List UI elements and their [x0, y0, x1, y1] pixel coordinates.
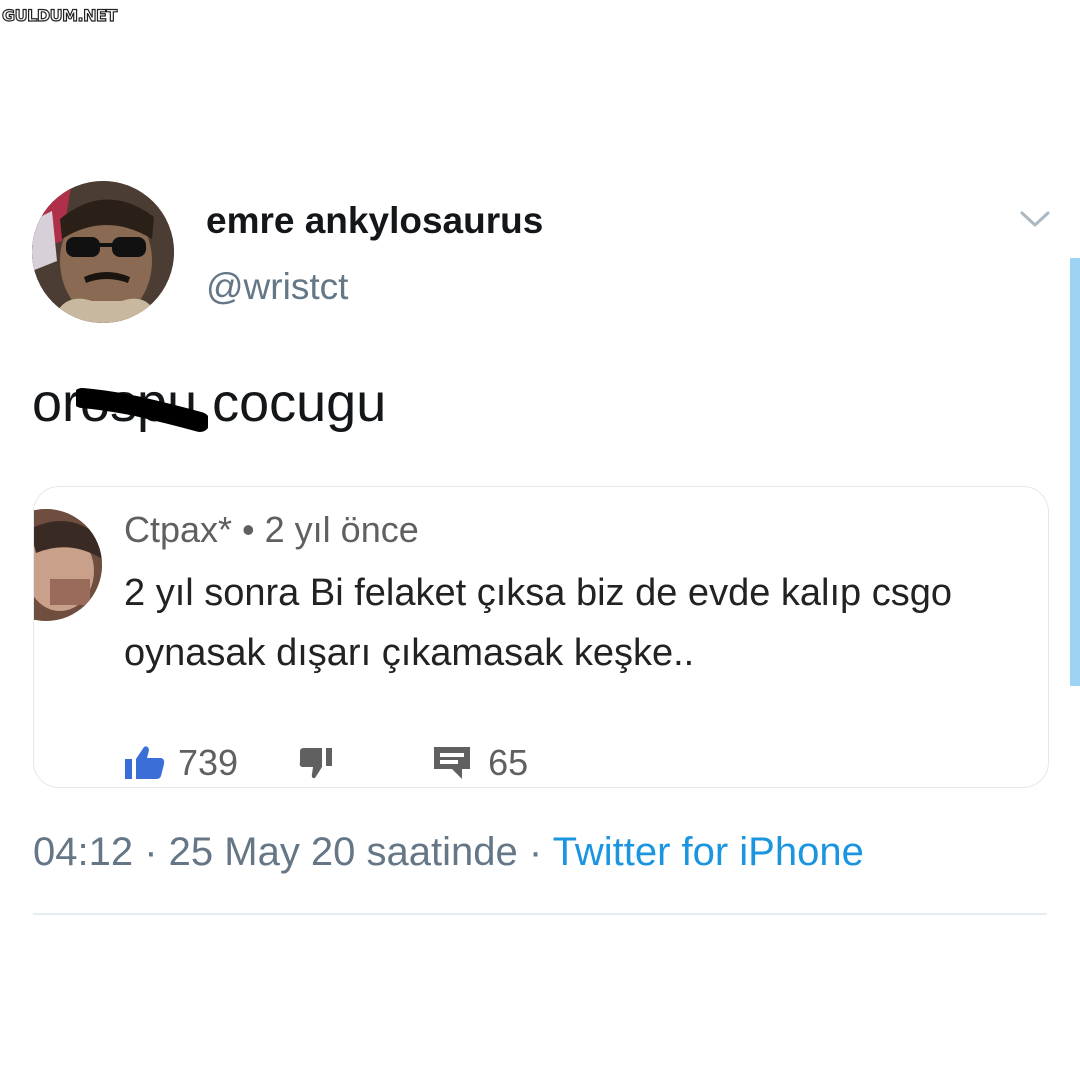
reply-count: 65 [488, 742, 529, 783]
watermark-logo: GULDUM.NET [1, 5, 118, 25]
comment-text: 2 yıl sonra Bi felaket çıksa biz de evde… [124, 572, 952, 674]
comment-icon [432, 745, 472, 781]
divider [33, 913, 1047, 915]
tweet-timestamp[interactable]: 04:12 · 25 May 20 saatinde [33, 830, 518, 874]
commenter-avatar [34, 509, 102, 621]
thumbs-up-icon [124, 745, 166, 781]
tweet-footer: 04:12 · 25 May 20 saatinde · Twitter for… [33, 830, 864, 875]
chevron-down-icon[interactable] [1018, 208, 1052, 230]
reply-button[interactable]: 65 [432, 742, 528, 784]
display-name[interactable]: emre ankylosaurus [206, 200, 543, 242]
comment-actions: 739 65 [124, 741, 528, 785]
tweet-text: orospu cocugu [32, 373, 387, 433]
scrollbar[interactable] [1070, 258, 1080, 686]
avatar-image [32, 181, 174, 323]
profile-avatar[interactable] [32, 181, 174, 323]
comment-meta: Ctpax* • 2 yıl önce [124, 509, 419, 550]
quoted-comment-card[interactable]: Ctpax* • 2 yıl önce 2 yıl sonra Bi felak… [33, 486, 1049, 788]
tweet-source-link[interactable]: Twitter for iPhone [553, 830, 864, 874]
thumbs-down-icon [298, 747, 336, 779]
like-count: 739 [178, 742, 239, 783]
dislike-button[interactable] [298, 747, 336, 779]
user-handle[interactable]: @wristct [206, 266, 348, 308]
like-button[interactable]: 739 [124, 742, 238, 784]
footer-separator: · [517, 830, 553, 874]
